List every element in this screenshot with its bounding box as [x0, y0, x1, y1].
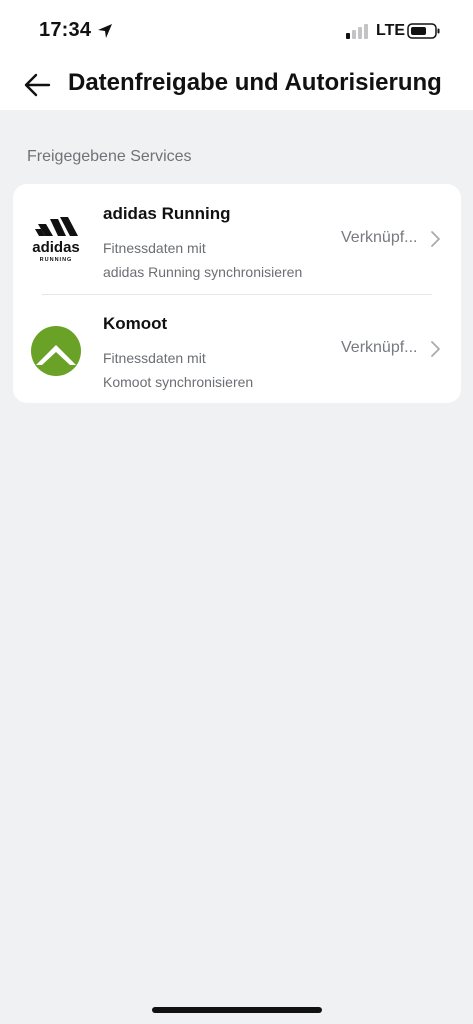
service-name: adidas Running	[103, 204, 231, 223]
komoot-logo	[31, 326, 81, 376]
status-bar: 17:34 LTE	[0, 0, 473, 60]
page-title: Datenfreigabe und Autorisierung	[68, 69, 442, 96]
service-name: Komoot	[103, 314, 168, 333]
service-description: Fitnessdaten mit Komoot synchronisieren	[103, 346, 333, 394]
back-arrow-icon	[24, 73, 51, 97]
service-row-adidas-running[interactable]: adidas RUNNING adidas Running Fitnessdat…	[13, 184, 461, 294]
home-indicator[interactable]	[152, 1007, 322, 1013]
service-row-komoot[interactable]: Komoot Fitnessdaten mit Komoot synchroni…	[13, 294, 461, 403]
screen: 17:34 LTE Datenfreigabe und Autorisierun…	[0, 0, 473, 1024]
header: Datenfreigabe und Autorisierung	[0, 60, 473, 110]
services-card: adidas RUNNING adidas Running Fitnessdat…	[13, 184, 461, 403]
service-description-line2: adidas Running synchronisieren	[103, 264, 303, 280]
section-label: Freigegebene Services	[27, 148, 192, 165]
status-time: 17:34	[39, 19, 92, 41]
location-arrow-icon	[98, 24, 112, 38]
svg-text:adidas: adidas	[32, 239, 80, 256]
signal-bars-icon	[346, 24, 368, 39]
adidas-running-logo: adidas RUNNING	[32, 217, 80, 263]
battery-icon	[407, 23, 440, 39]
chevron-right-icon	[431, 231, 440, 247]
network-label: LTE	[376, 22, 406, 39]
back-button[interactable]	[20, 68, 54, 102]
chevron-right-icon	[431, 341, 440, 357]
service-description-line1: Fitnessdaten mit	[103, 240, 206, 256]
service-description-line1: Fitnessdaten mit	[103, 350, 206, 366]
service-status: Verknüpf...	[341, 339, 418, 356]
service-description: Fitnessdaten mit adidas Running synchron…	[103, 236, 333, 284]
svg-text:RUNNING: RUNNING	[40, 257, 73, 263]
service-status: Verknüpf...	[341, 229, 418, 246]
service-description-line2: Komoot synchronisieren	[103, 374, 254, 390]
